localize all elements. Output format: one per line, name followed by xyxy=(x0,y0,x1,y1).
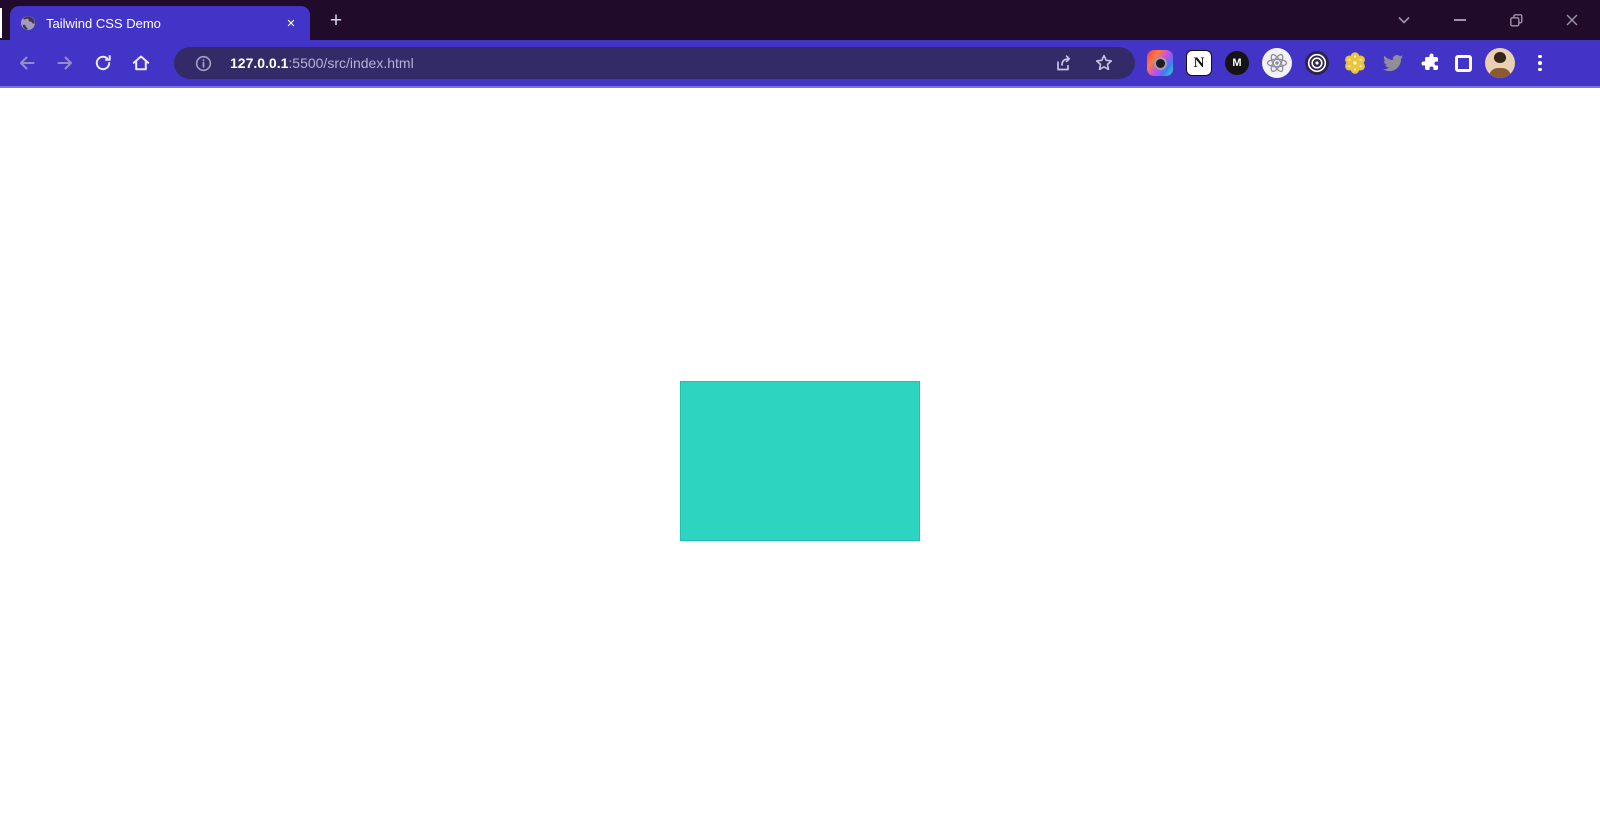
chevron-down-icon xyxy=(1398,16,1410,24)
react-devtools-extension-icon[interactable] xyxy=(1262,48,1292,78)
back-button[interactable] xyxy=(8,45,46,81)
camera-extension-icon[interactable] xyxy=(1147,50,1173,76)
close-window-button[interactable] xyxy=(1544,0,1600,40)
address-bar[interactable]: 127.0.0.1:5500/src/index.html xyxy=(174,47,1135,79)
tab-title: Tailwind CSS Demo xyxy=(46,15,161,31)
star-icon xyxy=(1095,54,1113,71)
reload-icon xyxy=(95,55,111,71)
notion-extension-icon[interactable]: N xyxy=(1186,50,1212,76)
restore-icon xyxy=(1509,13,1522,26)
url-host: 127.0.0.1 xyxy=(230,55,289,71)
home-button[interactable] xyxy=(122,45,160,81)
tab-close-icon[interactable]: ✕ xyxy=(282,14,300,32)
browser-tab[interactable]: Tailwind CSS Demo ✕ xyxy=(10,6,310,40)
browser-menu-button[interactable] xyxy=(1528,51,1552,75)
window-chevron-button[interactable] xyxy=(1376,0,1432,40)
globe-favicon-icon xyxy=(20,15,36,31)
mail-extension-icon[interactable]: M xyxy=(1225,51,1249,75)
url-text: 127.0.0.1:5500/src/index.html xyxy=(230,55,414,71)
menu-dot-icon xyxy=(1538,61,1542,65)
titlebar: Tailwind CSS Demo ✕ + xyxy=(0,0,1600,40)
bookmark-button[interactable] xyxy=(1089,48,1119,78)
puzzle-icon xyxy=(1421,53,1438,70)
restore-button[interactable] xyxy=(1488,0,1544,40)
home-icon xyxy=(132,55,150,71)
site-info-icon[interactable] xyxy=(188,48,218,78)
browser-toolbar: 127.0.0.1:5500/src/index.html N M xyxy=(0,40,1600,88)
atom-icon xyxy=(1266,53,1288,73)
forward-arrow-icon xyxy=(57,56,72,70)
minimize-button[interactable] xyxy=(1432,0,1488,40)
share-icon xyxy=(1057,55,1071,71)
url-path: :5500/src/index.html xyxy=(288,55,414,71)
extensions-row: N M xyxy=(1147,48,1552,78)
flower-extension-icon[interactable] xyxy=(1342,50,1368,76)
flower-icon xyxy=(1345,52,1365,74)
extensions-menu-button[interactable] xyxy=(1418,51,1442,75)
menu-dot-icon xyxy=(1538,67,1542,72)
rings-extension-icon[interactable] xyxy=(1305,51,1329,75)
forward-button[interactable] xyxy=(46,45,84,81)
window-edge-artifact xyxy=(0,8,2,38)
concentric-rings-icon xyxy=(1307,53,1327,73)
reload-button[interactable] xyxy=(84,45,122,81)
twitter-extension-icon[interactable] xyxy=(1381,51,1405,75)
back-arrow-icon xyxy=(20,56,35,70)
new-tab-button[interactable]: + xyxy=(322,7,350,35)
close-icon xyxy=(1566,14,1578,26)
menu-dot-icon xyxy=(1538,54,1542,59)
web-page-viewport xyxy=(0,88,1600,833)
side-panel-button[interactable] xyxy=(1455,54,1472,72)
share-button[interactable] xyxy=(1049,48,1079,78)
twitter-bird-icon xyxy=(1383,55,1403,72)
teal-rectangle xyxy=(680,380,920,541)
profile-avatar[interactable] xyxy=(1485,48,1515,78)
window-controls xyxy=(1376,0,1600,40)
minimize-icon xyxy=(1454,19,1466,21)
camera-lens-icon xyxy=(1153,56,1167,70)
